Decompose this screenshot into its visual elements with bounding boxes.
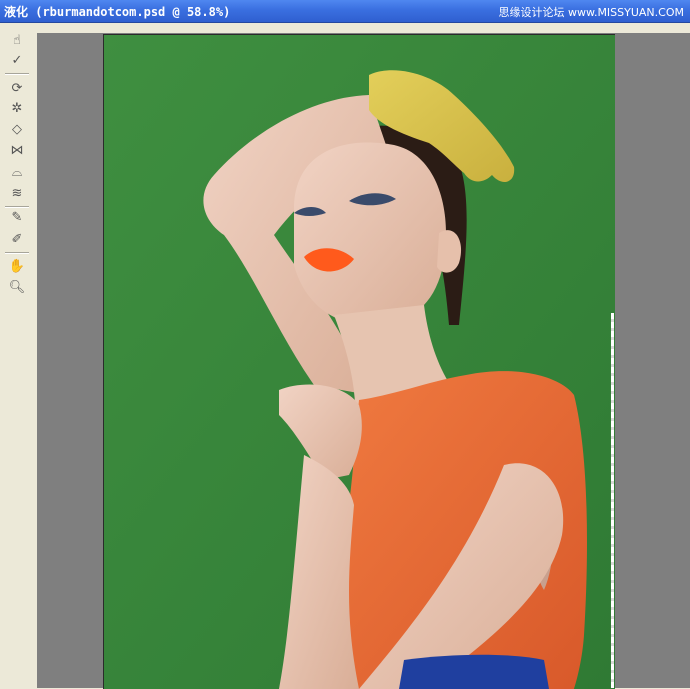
pucker-tool-icon[interactable]: ✲ bbox=[7, 99, 27, 117]
reconstruct-tool-icon[interactable]: ✓ bbox=[7, 51, 27, 69]
turbulence-tool-icon[interactable]: ≋ bbox=[7, 184, 27, 202]
forward-warp-tool-icon[interactable]: ☝ bbox=[7, 31, 27, 49]
image-edge bbox=[611, 313, 614, 688]
window-title: 液化 (rburmandotcom.psd @ 58.8%) bbox=[4, 5, 231, 19]
freeze-mask-tool-icon[interactable]: ✎ bbox=[7, 208, 27, 226]
document-canvas[interactable] bbox=[103, 34, 615, 689]
face bbox=[294, 142, 446, 326]
bloat-tool-icon[interactable]: ◇ bbox=[7, 120, 27, 138]
photo-image bbox=[104, 35, 615, 689]
mirror-tool-icon[interactable]: ⌓ bbox=[7, 163, 27, 181]
workspace-top-strip bbox=[37, 23, 690, 33]
title-bar: 液化 (rburmandotcom.psd @ 58.8%) 思缘设计论坛 ww… bbox=[0, 0, 690, 23]
twirl-tool-icon[interactable]: ⟳ bbox=[7, 79, 27, 97]
canvas-workspace[interactable] bbox=[37, 23, 690, 689]
watermark-text: 思缘设计论坛 www.MISSYUAN.COM bbox=[498, 6, 684, 19]
tool-panel: ☝ ✓ ⟳ ✲ ◇ ⋈ ⌓ ≋ ✎ ✐ ✋ 🔍︎ bbox=[0, 23, 37, 688]
blue-sash bbox=[399, 654, 549, 689]
push-left-tool-icon[interactable]: ⋈ bbox=[7, 141, 27, 159]
thaw-mask-tool-icon[interactable]: ✐ bbox=[7, 230, 27, 248]
tool-separator bbox=[5, 73, 29, 75]
tool-separator bbox=[5, 252, 29, 254]
hand-tool-icon[interactable]: ✋ bbox=[7, 257, 27, 275]
zoom-tool-icon[interactable]: 🔍︎ bbox=[7, 278, 27, 296]
